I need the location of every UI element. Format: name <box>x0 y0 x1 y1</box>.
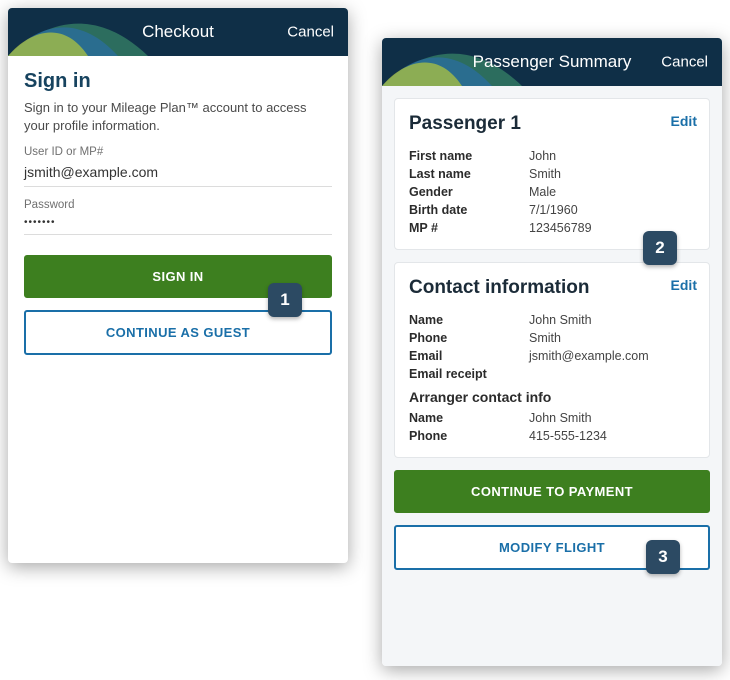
label-arranger-name: Name <box>409 411 529 425</box>
summary-buttons: CONTINUE TO PAYMENT MODIFY FLIGHT 3 <box>394 470 710 570</box>
row-contact-email: Email jsmith@example.com <box>409 347 695 365</box>
label-contact-name: Name <box>409 313 529 327</box>
label-gender: Gender <box>409 185 529 199</box>
row-birth-date: Birth date 7/1/1960 <box>409 201 695 219</box>
header-title: Checkout <box>142 22 214 42</box>
label-first-name: First name <box>409 149 529 163</box>
checkout-screen: Checkout Cancel Sign in Sign in to your … <box>8 8 348 563</box>
label-birth-date: Birth date <box>409 203 529 217</box>
summary-content: Passenger 1 Edit First name John Last na… <box>382 86 722 666</box>
row-gender: Gender Male <box>409 183 695 201</box>
callout-badge-2: 2 <box>643 231 677 265</box>
value-gender: Male <box>529 185 556 199</box>
user-id-field[interactable]: User ID or MP# jsmith@example.com <box>24 146 332 187</box>
value-mp-number: 123456789 <box>529 221 592 235</box>
label-email-receipt: Email receipt <box>409 367 529 381</box>
cancel-link[interactable]: Cancel <box>287 24 334 41</box>
passenger-summary-screen: Passenger Summary Cancel Passenger 1 Edi… <box>382 38 722 666</box>
password-label: Password <box>24 199 332 211</box>
callout-badge-3: 3 <box>646 540 680 574</box>
edit-passenger-link[interactable]: Edit <box>671 113 697 129</box>
signin-heading: Sign in <box>24 70 332 93</box>
label-last-name: Last name <box>409 167 529 181</box>
passenger-heading: Passenger 1 <box>409 113 695 135</box>
user-id-value: jsmith@example.com <box>24 160 332 186</box>
value-arranger-phone: 415-555-1234 <box>529 429 607 443</box>
row-contact-name: Name John Smith <box>409 311 695 329</box>
edit-contact-link[interactable]: Edit <box>671 277 697 293</box>
value-arranger-name: John Smith <box>529 411 592 425</box>
passenger-card: Passenger 1 Edit First name John Last na… <box>394 98 710 250</box>
checkout-content: Sign in Sign in to your Mileage Plan™ ac… <box>8 56 348 373</box>
value-last-name: Smith <box>529 167 561 181</box>
continue-to-payment-button[interactable]: CONTINUE TO PAYMENT <box>394 470 710 513</box>
contact-card: Contact information Edit Name John Smith… <box>394 262 710 458</box>
label-arranger-phone: Phone <box>409 429 529 443</box>
header-title: Passenger Summary <box>473 52 632 72</box>
signin-buttons: SIGN IN CONTINUE AS GUEST 1 <box>24 255 332 355</box>
cancel-link[interactable]: Cancel <box>661 54 708 71</box>
value-first-name: John <box>529 149 556 163</box>
header-passenger-summary: Passenger Summary Cancel <box>382 38 722 86</box>
signin-description: Sign in to your Mileage Plan™ account to… <box>24 99 332 134</box>
label-contact-email: Email <box>409 349 529 363</box>
row-last-name: Last name Smith <box>409 165 695 183</box>
callout-badge-1: 1 <box>268 283 302 317</box>
label-contact-phone: Phone <box>409 331 529 345</box>
password-field[interactable]: Password ••••••• <box>24 199 332 235</box>
label-mp-number: MP # <box>409 221 529 235</box>
user-id-label: User ID or MP# <box>24 146 332 158</box>
row-arranger-phone: Phone 415-555-1234 <box>409 427 695 445</box>
value-birth-date: 7/1/1960 <box>529 203 578 217</box>
row-first-name: First name John <box>409 147 695 165</box>
arranger-subheading: Arranger contact info <box>409 389 695 405</box>
value-contact-email: jsmith@example.com <box>529 349 649 363</box>
contact-heading: Contact information <box>409 277 695 299</box>
value-contact-name: John Smith <box>529 313 592 327</box>
value-contact-phone: Smith <box>529 331 561 345</box>
password-value: ••••••• <box>24 213 332 234</box>
row-arranger-name: Name John Smith <box>409 409 695 427</box>
row-contact-phone: Phone Smith <box>409 329 695 347</box>
header-checkout: Checkout Cancel <box>8 8 348 56</box>
row-email-receipt: Email receipt <box>409 365 695 383</box>
